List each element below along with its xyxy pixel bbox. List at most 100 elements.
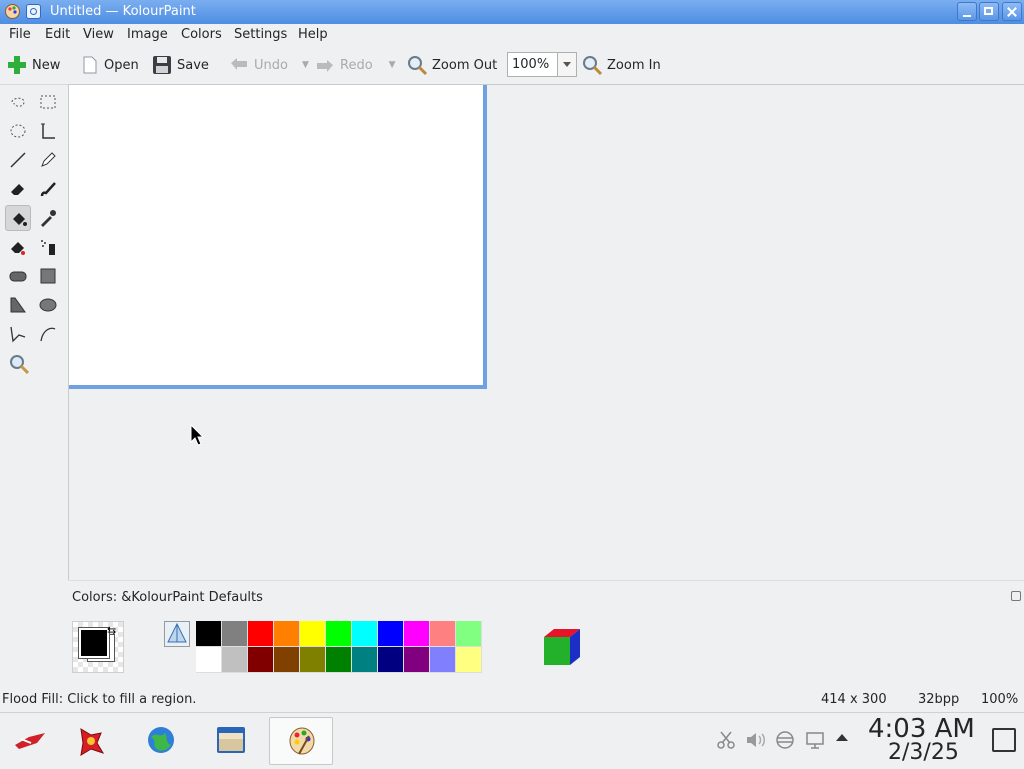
- tool-brush[interactable]: [35, 176, 61, 202]
- menu-view[interactable]: View: [83, 27, 114, 42]
- chevron-down-icon[interactable]: [557, 53, 576, 76]
- taskbar-browser[interactable]: [137, 717, 187, 765]
- open-button[interactable]: Open: [78, 52, 139, 78]
- status-dimensions: 414 x 300: [821, 692, 887, 707]
- undock-icon[interactable]: [1011, 591, 1021, 601]
- taskbar-app-2[interactable]: [66, 717, 116, 765]
- palette-swatch[interactable]: [378, 621, 404, 647]
- show-desktop-button[interactable]: [992, 728, 1016, 752]
- palette-swatch[interactable]: [326, 621, 352, 647]
- zoom-out-icon: [408, 56, 428, 76]
- tool-zoom[interactable]: [5, 350, 31, 376]
- maximize-button[interactable]: [979, 2, 999, 21]
- taskbar-kolourpaint[interactable]: [269, 717, 333, 765]
- open-label: Open: [104, 57, 139, 73]
- tool-flood-fill[interactable]: [5, 205, 31, 231]
- minimize-button[interactable]: [957, 2, 977, 21]
- palette-app-icon: [289, 727, 315, 755]
- palette-swatch[interactable]: [352, 621, 378, 647]
- menu-edit[interactable]: Edit: [45, 27, 70, 42]
- palette-swatch[interactable]: [196, 647, 222, 673]
- save-button[interactable]: Save: [151, 52, 209, 78]
- zoom-level-combo[interactable]: 100%: [507, 52, 577, 77]
- scissors-icon[interactable]: [716, 730, 736, 750]
- foreground-color[interactable]: [78, 627, 110, 659]
- kolourpaint-app-icon[interactable]: [4, 3, 21, 20]
- close-button[interactable]: [1002, 2, 1022, 21]
- tool-ellipse[interactable]: [35, 292, 61, 318]
- volume-icon[interactable]: [745, 730, 767, 750]
- palette-swatch[interactable]: [404, 621, 430, 647]
- clock-date[interactable]: 2/3/25: [888, 740, 959, 765]
- palette-swatch[interactable]: [456, 647, 482, 673]
- tool-spraycan[interactable]: [35, 234, 61, 260]
- new-button[interactable]: New: [6, 52, 60, 78]
- canvas-scroll-area[interactable]: [68, 84, 1024, 580]
- undo-button[interactable]: Undo ▼: [228, 52, 309, 78]
- menu-file[interactable]: File: [9, 27, 31, 42]
- menu-settings[interactable]: Settings: [234, 27, 287, 42]
- plus-icon: [8, 56, 26, 74]
- tool-elliptical-selection[interactable]: [5, 118, 31, 144]
- palette-swatch[interactable]: [404, 647, 430, 673]
- window-title: Untitled — KolourPaint: [50, 4, 196, 19]
- tool-rounded-rectangle[interactable]: [5, 263, 31, 289]
- palette-swatch[interactable]: [378, 647, 404, 673]
- undo-dropdown-icon[interactable]: ▼: [302, 60, 309, 70]
- tool-connected-lines[interactable]: [5, 321, 31, 347]
- menu-help[interactable]: Help: [298, 27, 328, 42]
- lasso-icon: [11, 97, 25, 107]
- tool-rectangular-selection[interactable]: [35, 89, 61, 115]
- tool-rectangle[interactable]: [35, 263, 61, 289]
- tool-pen[interactable]: [35, 147, 61, 173]
- color-similarity-cube-icon[interactable]: [542, 627, 582, 667]
- tool-free-form-selection[interactable]: [5, 89, 31, 115]
- redo-button[interactable]: Redo ▼: [314, 52, 396, 78]
- swap-colors-icon[interactable]: ⇆: [107, 624, 116, 637]
- palette-swatch[interactable]: [222, 621, 248, 647]
- taskbar-file-manager[interactable]: [206, 717, 256, 765]
- palette-swatch[interactable]: [430, 647, 456, 673]
- palette-swatch[interactable]: [300, 647, 326, 673]
- taskbar-launcher[interactable]: [4, 717, 54, 765]
- window-menu-button[interactable]: [26, 4, 41, 19]
- palette-swatch[interactable]: [248, 647, 274, 673]
- redo-label: Redo: [340, 57, 373, 73]
- palette-swatch[interactable]: [274, 621, 300, 647]
- palette-swatch[interactable]: [300, 621, 326, 647]
- menu-colors[interactable]: Colors: [181, 27, 222, 42]
- tool-text[interactable]: [35, 118, 61, 144]
- globe-icon: [148, 727, 174, 753]
- palette-swatch[interactable]: [248, 621, 274, 647]
- color-box: Colors: &KolourPaint Defaults ⇆: [68, 580, 1024, 689]
- status-message: Flood Fill: Click to fill a region.: [2, 692, 197, 707]
- palette-swatch[interactable]: [326, 647, 352, 673]
- transparent-color-swatch[interactable]: [164, 621, 190, 647]
- tool-eraser[interactable]: [5, 176, 31, 202]
- display-icon[interactable]: [805, 730, 825, 750]
- rect-select-icon: [40, 95, 56, 109]
- tray-expand-icon[interactable]: [836, 734, 848, 741]
- menu-image[interactable]: Image: [127, 27, 168, 42]
- zoom-out-button[interactable]: Zoom Out: [406, 52, 497, 78]
- zoom-in-button[interactable]: Zoom In: [581, 52, 661, 78]
- palette-swatch[interactable]: [222, 647, 248, 673]
- tool-color-eraser[interactable]: [5, 234, 31, 260]
- menu-bar: File Edit View Image Colors Settings Hel…: [0, 24, 1024, 46]
- palette-swatch[interactable]: [456, 621, 482, 647]
- rounded-rect-icon: [9, 271, 27, 282]
- tool-curve[interactable]: [35, 321, 61, 347]
- network-icon[interactable]: [775, 730, 795, 750]
- foreground-background-selector[interactable]: ⇆: [72, 621, 124, 673]
- palette-swatch[interactable]: [430, 621, 456, 647]
- title-bar: Untitled — KolourPaint: [0, 0, 1024, 24]
- tool-line[interactable]: [5, 147, 31, 173]
- palette-swatch[interactable]: [352, 647, 378, 673]
- tool-polygon[interactable]: [5, 292, 31, 318]
- palette-swatch[interactable]: [274, 647, 300, 673]
- tool-color-picker[interactable]: [35, 205, 61, 231]
- drawing-canvas[interactable]: [69, 85, 487, 389]
- redo-dropdown-icon[interactable]: ▼: [389, 60, 396, 70]
- color-eraser-icon: [11, 242, 25, 255]
- palette-swatch[interactable]: [196, 621, 222, 647]
